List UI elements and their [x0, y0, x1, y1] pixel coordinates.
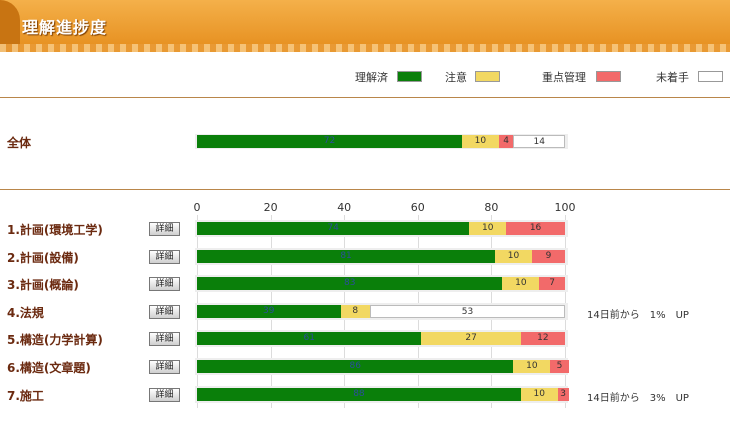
legend-label: 注意: [445, 71, 467, 84]
detail-button[interactable]: 詳細: [149, 387, 180, 402]
bar-segment: 10: [520, 387, 558, 401]
axis-tick-label: 20: [263, 201, 278, 214]
progress-note: 14日前から 1% UP: [587, 309, 689, 321]
legend-swatch: [698, 71, 723, 82]
detail-button[interactable]: 詳細: [149, 277, 180, 292]
bar-segment: 83: [197, 277, 503, 291]
subject-bar-fill: 74 10 16: [197, 222, 565, 235]
bar-segment: 39: [197, 304, 341, 318]
subject-label: 2.計画(設備): [7, 250, 79, 265]
subject-label: 7.施工: [7, 388, 44, 403]
subject-label: 1.計画(環境工学): [7, 223, 103, 237]
axis-tick-label: 0: [193, 201, 201, 214]
bar-segment: 16: [506, 222, 565, 235]
subject-bar-fill: 61 27 12: [197, 332, 565, 346]
subject-bar: 81 10 9: [195, 247, 568, 265]
legend-item: 理解済: [355, 69, 422, 85]
subject-bar-fill: 83 10 7: [197, 277, 565, 291]
subject-bar: 83 10 7: [195, 275, 568, 293]
detail-button[interactable]: 詳細: [149, 222, 180, 236]
bar-segment: 14: [513, 135, 565, 148]
subject-bar: 61 27 12: [195, 330, 568, 348]
legend-item: 重点管理: [542, 69, 621, 85]
overall-label: 全体: [7, 136, 32, 150]
subject-bar-fill: 39 8 53: [197, 304, 565, 318]
subject-label: 5.構造(力学計算): [7, 333, 103, 348]
subject-label: 3.計画(概論): [7, 278, 79, 293]
bar-segment: 5: [550, 360, 569, 373]
legend-item: 未着手: [656, 69, 723, 85]
bar-segment: 10: [469, 222, 507, 235]
bar-segment: 4: [498, 135, 514, 148]
detail-button[interactable]: 詳細: [149, 304, 180, 319]
subject-bar-fill: 86 10 5: [197, 360, 569, 373]
bar-segment: 12: [520, 332, 565, 346]
detail-button[interactable]: 詳細: [149, 249, 180, 264]
bar-segment: 10: [495, 249, 532, 263]
bar-segment: 81: [197, 249, 496, 263]
bar-segment: 3: [557, 387, 569, 401]
bar-segment: 61: [197, 332, 422, 346]
legend-swatch: [596, 71, 621, 82]
legend-label: 重点管理: [542, 71, 586, 84]
bar-segment: 7: [539, 277, 565, 291]
subject-bar-fill: 88 10 3: [197, 387, 569, 401]
overall-bar: 72 10 4 14: [195, 134, 568, 149]
legend-label: 未着手: [656, 71, 689, 84]
header-decoration-strip: [0, 44, 730, 52]
bar-segment: 9: [531, 249, 565, 263]
page-title: 理解進捗度: [22, 18, 108, 37]
divider: [0, 189, 730, 190]
bar-segment: 88: [197, 387, 521, 401]
bar-segment: 8: [340, 304, 370, 318]
bar-segment: 74: [197, 222, 470, 235]
detail-button[interactable]: 詳細: [149, 360, 180, 374]
progress-note: 14日前から 3% UP: [587, 392, 689, 404]
axis-tick-label: 60: [410, 201, 425, 214]
axis-tick-label: 80: [484, 201, 499, 214]
subject-bar: 86 10 5: [195, 358, 569, 375]
axis-tick-label: 100: [554, 201, 576, 214]
legend-item: 注意: [445, 69, 500, 85]
legend-swatch: [475, 71, 500, 82]
detail-button[interactable]: 詳細: [149, 332, 180, 347]
bar-segment: 27: [421, 332, 521, 346]
subject-bar-fill: 81 10 9: [197, 249, 565, 263]
bar-segment: 86: [197, 360, 514, 373]
subject-bar: 74 10 16: [195, 220, 568, 237]
bar-segment: 10: [513, 360, 551, 373]
bar-segment: 72: [197, 135, 462, 148]
divider: [0, 97, 730, 98]
subject-label: 6.構造(文章題): [7, 361, 91, 375]
subject-label: 4.法規: [7, 305, 44, 320]
bar-segment: 53: [369, 304, 565, 318]
axis-tick-label: 40: [337, 201, 352, 214]
overall-bar-fill: 72 10 4 14: [197, 135, 565, 148]
subject-bar: 39 8 53: [195, 302, 568, 320]
legend-swatch: [397, 71, 422, 82]
legend-label: 理解済: [355, 71, 388, 84]
subject-bar: 88 10 3: [195, 385, 569, 403]
bar-segment: 10: [502, 277, 540, 291]
bar-segment: 10: [461, 135, 499, 148]
